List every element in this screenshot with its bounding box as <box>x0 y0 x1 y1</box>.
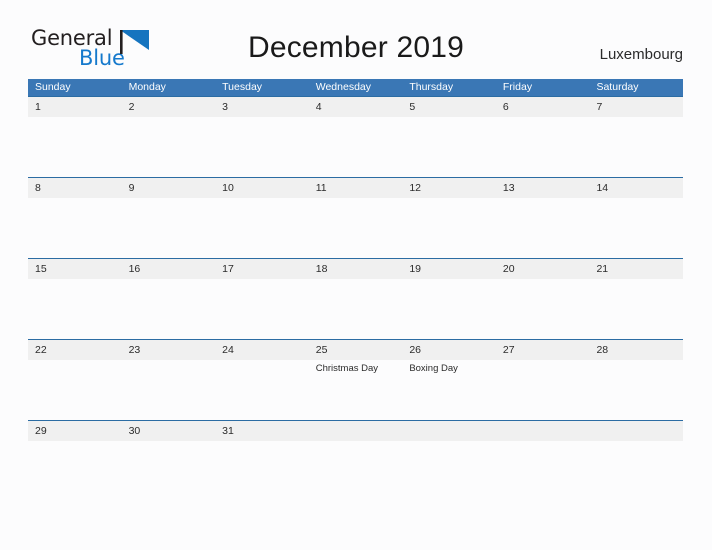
day-events[interactable] <box>402 117 496 176</box>
day-number[interactable]: 8 <box>28 178 122 198</box>
weekday-header-monday: Monday <box>128 81 166 93</box>
day-events-christmas[interactable]: Christmas Day <box>309 360 403 419</box>
weekday-header-sunday: Sunday <box>35 81 71 93</box>
day-number-empty <box>402 421 496 441</box>
day-number[interactable]: 17 <box>215 259 309 279</box>
weekday-header-thursday: Thursday <box>409 81 454 93</box>
day-number[interactable]: 6 <box>496 97 590 117</box>
day-events[interactable] <box>402 279 496 338</box>
day-events[interactable] <box>589 117 683 176</box>
day-number-empty <box>496 421 590 441</box>
day-events[interactable] <box>309 117 403 176</box>
day-events[interactable] <box>28 117 122 176</box>
week-event-band <box>28 117 683 176</box>
day-number[interactable]: 3 <box>215 97 309 117</box>
page-header: General Blue December 2019 Luxembourg <box>0 0 712 79</box>
week-event-band <box>28 198 683 257</box>
weekday-header-wednesday: Wednesday <box>315 81 371 93</box>
day-number[interactable]: 15 <box>28 259 122 279</box>
day-events[interactable] <box>589 279 683 338</box>
weekday-header-saturday: Saturday <box>596 81 639 93</box>
week-event-band: Christmas Day Boxing Day <box>28 360 683 419</box>
day-number[interactable]: 31 <box>215 421 309 441</box>
day-number[interactable]: 4 <box>309 97 403 117</box>
week-event-band <box>28 279 683 338</box>
week-date-band: 29 30 31 <box>28 420 683 441</box>
day-events[interactable] <box>28 198 122 257</box>
week-date-band: 22 23 24 25 26 27 28 <box>28 339 683 360</box>
day-events[interactable] <box>122 360 216 419</box>
day-number[interactable]: 1 <box>28 97 122 117</box>
day-events[interactable] <box>496 198 590 257</box>
calendar-week-row: 8 9 10 11 12 13 14 <box>28 177 683 258</box>
day-number[interactable]: 21 <box>589 259 683 279</box>
day-events[interactable] <box>28 360 122 419</box>
day-events[interactable] <box>122 117 216 176</box>
day-events[interactable] <box>309 279 403 338</box>
calendar-week-row: 1 2 3 4 5 6 7 <box>28 96 683 177</box>
day-number[interactable]: 16 <box>122 259 216 279</box>
day-events[interactable] <box>496 117 590 176</box>
day-events[interactable] <box>496 279 590 338</box>
day-number[interactable]: 11 <box>309 178 403 198</box>
week-date-band: 15 16 17 18 19 20 21 <box>28 258 683 279</box>
day-number[interactable]: 7 <box>589 97 683 117</box>
day-number[interactable]: 28 <box>589 340 683 360</box>
day-number[interactable]: 14 <box>589 178 683 198</box>
day-number[interactable]: 10 <box>215 178 309 198</box>
day-events[interactable] <box>309 198 403 257</box>
day-number-empty <box>309 421 403 441</box>
week-date-band: 8 9 10 11 12 13 14 <box>28 177 683 198</box>
day-events[interactable] <box>215 279 309 338</box>
day-events[interactable] <box>215 198 309 257</box>
calendar-week-row: 22 23 24 25 26 27 28 Christmas Day Boxin… <box>28 339 683 420</box>
calendar-week-row: 29 30 31 <box>28 420 683 448</box>
event-label: Boxing Day <box>409 363 458 374</box>
calendar-week-row: 15 16 17 18 19 20 21 <box>28 258 683 339</box>
day-events[interactable] <box>28 279 122 338</box>
day-number[interactable]: 13 <box>496 178 590 198</box>
day-events[interactable] <box>122 198 216 257</box>
weekday-header-row: Sunday Monday Tuesday Wednesday Thursday… <box>28 79 683 96</box>
country-label: Luxembourg <box>599 46 683 63</box>
day-number[interactable]: 26 <box>402 340 496 360</box>
day-number[interactable]: 9 <box>122 178 216 198</box>
day-events[interactable] <box>402 198 496 257</box>
day-events[interactable] <box>215 117 309 176</box>
event-label: Christmas Day <box>315 363 379 374</box>
day-events[interactable] <box>122 279 216 338</box>
day-events[interactable] <box>589 360 683 419</box>
weekday-header-friday: Friday <box>502 81 533 93</box>
calendar-grid: Sunday Monday Tuesday Wednesday Thursday… <box>28 79 683 448</box>
day-events[interactable] <box>496 360 590 419</box>
day-events[interactable] <box>589 198 683 257</box>
day-number[interactable]: 23 <box>122 340 216 360</box>
day-number[interactable]: 25 <box>309 340 403 360</box>
week-date-band: 1 2 3 4 5 6 7 <box>28 96 683 117</box>
day-events[interactable] <box>215 360 309 419</box>
day-number[interactable]: 29 <box>28 421 122 441</box>
day-number[interactable]: 27 <box>496 340 590 360</box>
day-number[interactable]: 5 <box>402 97 496 117</box>
weekday-header-tuesday: Tuesday <box>222 81 263 93</box>
day-number-empty <box>589 421 683 441</box>
day-number[interactable]: 22 <box>28 340 122 360</box>
day-number[interactable]: 24 <box>215 340 309 360</box>
day-events-boxing-day[interactable]: Boxing Day <box>402 360 496 419</box>
day-number[interactable]: 18 <box>309 259 403 279</box>
day-number[interactable]: 30 <box>122 421 216 441</box>
day-number[interactable]: 12 <box>402 178 496 198</box>
day-number[interactable]: 2 <box>122 97 216 117</box>
day-number[interactable]: 19 <box>402 259 496 279</box>
day-number[interactable]: 20 <box>496 259 590 279</box>
